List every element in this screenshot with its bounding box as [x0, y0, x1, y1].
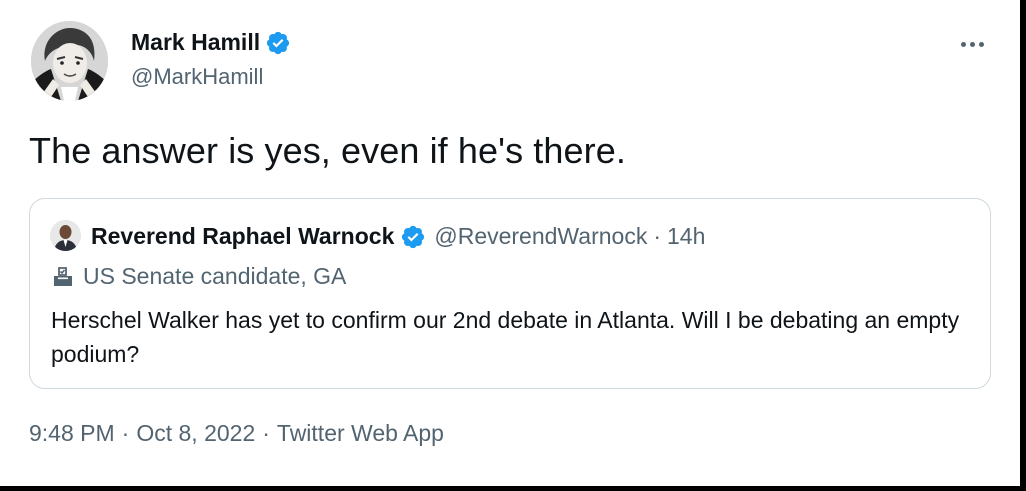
quoted-tweet-text: Herschel Walker has yet to confirm our 2… [51, 307, 960, 367]
ballot-box-icon [54, 266, 72, 286]
tweet-metadata: 9:48 PM · Oct 8, 2022 · Twitter Web App [29, 420, 444, 447]
quoted-tweet[interactable]: Reverend Raphael Warnock @ReverendWarnoc… [29, 198, 991, 389]
tweet-date[interactable]: Oct 8, 2022 [136, 420, 255, 447]
tweet-text: The answer is yes, even if he's there. [29, 130, 626, 171]
quoted-timestamp[interactable]: 14h [667, 223, 705, 250]
tweet-card: Mark Hamill @MarkHamill The answer is ye… [0, 0, 1020, 486]
quoted-author-name[interactable]: Reverend Raphael Warnock [91, 223, 394, 250]
author-name-row: Mark Hamill [131, 29, 291, 56]
separator-dot: · [262, 420, 270, 446]
quoted-avatar-image [50, 220, 81, 251]
quoted-author-label: US Senate candidate, GA [51, 263, 346, 290]
author-avatar-image [31, 21, 108, 101]
quoted-author-avatar[interactable] [50, 220, 81, 251]
verified-badge-icon [402, 225, 425, 248]
tweet-time[interactable]: 9:48 PM [29, 420, 115, 447]
quoted-header: Reverend Raphael Warnock @ReverendWarnoc… [91, 223, 705, 250]
author-name[interactable]: Mark Hamill [131, 29, 260, 56]
more-dot [961, 41, 966, 47]
tweet-source[interactable]: Twitter Web App [277, 420, 444, 447]
separator-dot: · [653, 223, 661, 249]
quoted-author-label-text: US Senate candidate, GA [83, 263, 347, 289]
more-options-icon[interactable] [961, 34, 991, 54]
author-handle[interactable]: @MarkHamill [131, 64, 263, 90]
separator-dot: · [121, 420, 130, 446]
author-avatar[interactable] [31, 21, 108, 101]
quoted-author-handle[interactable]: @ReverendWarnock [434, 223, 647, 250]
verified-badge-icon [267, 31, 290, 54]
more-dot [979, 41, 984, 47]
more-dot [970, 41, 975, 47]
